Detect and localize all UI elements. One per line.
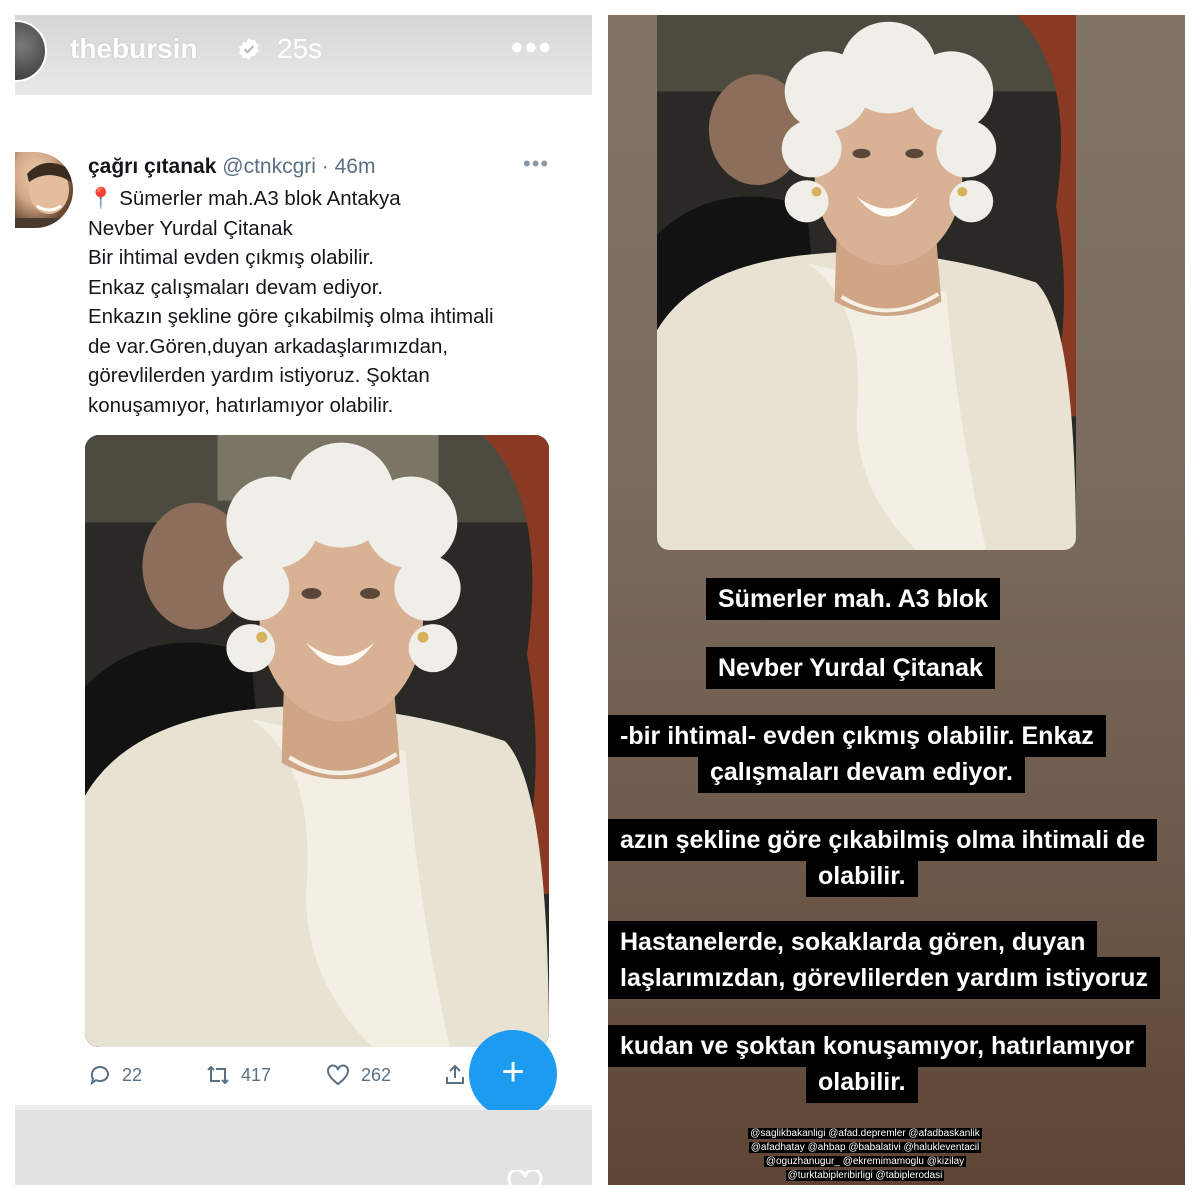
more-options-icon[interactable]: ••• xyxy=(511,29,553,68)
mention-tags: @saglikbakanligi @afad.depremler @afadba… xyxy=(720,1127,1010,1183)
reply-button[interactable]: 22 xyxy=(88,1063,142,1087)
story-footer xyxy=(15,1110,592,1185)
tweet-line: Nevber Yurdal Çitanak xyxy=(88,216,293,240)
share-button[interactable] xyxy=(443,1063,467,1087)
tweet-line: de var.Gören,duyan arkadaşlarımızdan, xyxy=(88,334,449,358)
verified-badge-icon xyxy=(239,38,259,60)
pin-icon: 📍 xyxy=(88,187,114,210)
portrait-image xyxy=(657,15,1076,550)
caption-line: olabilir. xyxy=(806,855,918,897)
tweet-line: Enkazın şekline göre çıkabilmiş olma iht… xyxy=(88,305,494,328)
story-like-icon[interactable] xyxy=(505,1170,545,1185)
avatar-face-icon xyxy=(15,162,73,228)
tweet-text: 📍 Sümerler mah.A3 blok Antakya Nevber Yu… xyxy=(88,184,568,420)
caption-line: olabilir. xyxy=(806,1061,918,1103)
caption-line: çalışmaları devam ediyor. xyxy=(698,751,1025,793)
mention-line[interactable]: @afadhatay @ahbap @babalativi @halukleve… xyxy=(748,1142,982,1153)
caption-name: Nevber Yurdal Çitanak xyxy=(706,647,995,689)
story-username[interactable]: thebursin xyxy=(70,33,198,65)
retweet-count: 417 xyxy=(241,1064,272,1085)
compose-tweet-button[interactable]: + xyxy=(469,1030,557,1118)
caption-line: laşlarımızdan, görevlilerden yardım isti… xyxy=(608,957,1160,999)
tweet-line: görevlilerden yardım istiyoruz. Şoktan xyxy=(88,364,430,387)
story-header: thebursin 25s ••• xyxy=(15,15,592,95)
heart-icon xyxy=(327,1064,349,1086)
retweet-button[interactable]: 417 xyxy=(205,1063,271,1087)
tweet-line: Bir ihtimal evden çıkmış olabilir. xyxy=(88,246,374,269)
tweet-line: Enkaz çalışmaları devam ediyor. xyxy=(88,275,384,299)
portrait-image xyxy=(85,435,549,1047)
mention-line[interactable]: @saglikbakanligi @afad.depremler @afadba… xyxy=(748,1128,982,1139)
tweet-avatar[interactable] xyxy=(15,152,73,228)
like-button[interactable]: 262 xyxy=(325,1063,391,1087)
story-right: Sümerler mah. A3 blok Nevber Yurdal Çita… xyxy=(608,15,1185,1185)
reply-count: 22 xyxy=(122,1064,143,1085)
reply-icon xyxy=(90,1066,109,1086)
tweet-author[interactable]: çağrı çıtanak @ctnkcgri · 46m xyxy=(88,155,375,179)
mention-line[interactable]: @oguzhanugur_ @ekremimamoglu @kizilay xyxy=(763,1156,967,1167)
tweet-line: konuşamıyor, hatırlamıyor olabilir. xyxy=(88,393,394,417)
story-avatar[interactable] xyxy=(15,20,47,82)
story-left: thebursin 25s ••• çağrı çıtanak @ctnkcgr… xyxy=(15,15,592,1185)
tweet-handle-time: @ctnkcgri · 46m xyxy=(222,155,376,178)
story-time: 25s xyxy=(277,33,323,64)
tweet-photo[interactable] xyxy=(85,435,549,1047)
share-icon xyxy=(446,1064,464,1084)
story-photo[interactable] xyxy=(657,15,1076,550)
tweet-more-icon[interactable]: ••• xyxy=(523,151,549,177)
mention-line[interactable]: @turktabipleribirligi @tabiplerodasi xyxy=(785,1170,945,1181)
tweet-line: 📍 Sümerler mah.A3 blok Antakya xyxy=(88,187,401,210)
tweet-card: çağrı çıtanak @ctnkcgri · 46m ••• 📍 Süme… xyxy=(15,95,592,1105)
tweet-display-name: çağrı çıtanak xyxy=(88,155,217,178)
like-count: 262 xyxy=(361,1064,392,1085)
caption-address: Sümerler mah. A3 blok xyxy=(706,578,1000,620)
retweet-icon xyxy=(207,1065,229,1085)
